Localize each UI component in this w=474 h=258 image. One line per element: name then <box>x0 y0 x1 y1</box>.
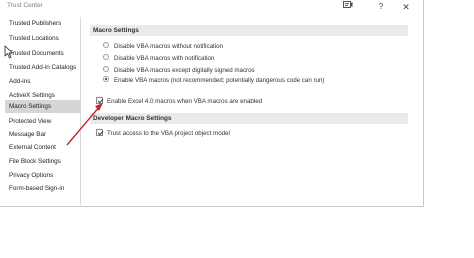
sidebar-item-macro-settings[interactable]: Macro Settings <box>5 100 80 113</box>
window-title: Trust Center <box>7 2 43 9</box>
sidebar-item-trusted-documents[interactable]: Trusted Documents <box>5 47 80 60</box>
radio-disable-with-notification[interactable]: Disable VBA macros with notification <box>103 53 214 64</box>
radio-label: Disable VBA macros with notification <box>114 55 215 62</box>
macro-settings-panel: Macro Settings Disable VBA macros withou… <box>90 17 415 205</box>
sidebar-item-external-content[interactable]: External Content <box>5 141 80 154</box>
sidebar-item-trusted-publishers[interactable]: Trusted Publishers <box>5 17 80 30</box>
close-button[interactable]: ✕ <box>400 1 412 13</box>
macro-settings-header: Macro Settings <box>90 25 408 36</box>
checkbox-checked-icon[interactable] <box>96 96 103 104</box>
radio-label: Enable VBA macros (not recommended; pote… <box>114 77 325 84</box>
feedback-icon-glyph <box>343 1 353 8</box>
radio-button-icon[interactable] <box>103 42 109 49</box>
help-button[interactable]: ? <box>376 1 386 13</box>
sidebar-item-trusted-addin-catalogs[interactable]: Trusted Add-in Catalogs <box>5 61 80 74</box>
radio-label: Disable VBA macros except digitally sign… <box>114 67 255 74</box>
radio-button-icon[interactable] <box>103 54 109 61</box>
sidebar-item-protected-view[interactable]: Protected View <box>5 115 80 128</box>
title-bar: Trust Center ? ✕ <box>0 0 423 15</box>
radio-button-icon[interactable] <box>103 66 109 73</box>
trust-center-window: Trust Center ? ✕ Trusted Publishers Trus… <box>0 0 424 207</box>
checkbox-trust-vba-object-model[interactable]: Trust access to the VBA project object m… <box>96 128 230 139</box>
radio-enable-vba-macros[interactable]: Enable VBA macros (not recommended; pote… <box>103 75 325 86</box>
sidebar: Trusted Publishers Trusted Locations Tru… <box>5 17 81 205</box>
feedback-icon[interactable] <box>342 1 354 13</box>
sidebar-item-addins[interactable]: Add-ins <box>5 75 80 88</box>
sidebar-item-form-based-sign-in[interactable]: Form-based Sign-in <box>5 182 80 195</box>
radio-disable-without-notification[interactable]: Disable VBA macros without notification <box>103 41 223 52</box>
radio-button-selected-icon[interactable] <box>103 76 109 83</box>
developer-macro-settings-header: Developer Macro Settings <box>90 113 408 124</box>
checkbox-label: Enable Excel 4.0 macros when VBA macros … <box>107 98 263 105</box>
mouse-cursor-icon <box>4 45 13 59</box>
sidebar-item-message-bar[interactable]: Message Bar <box>5 128 80 141</box>
checkbox-label: Trust access to the VBA project object m… <box>107 130 230 137</box>
checkbox-enable-excel4-macros[interactable]: Enable Excel 4.0 macros when VBA macros … <box>96 96 262 107</box>
checkbox-checked-icon[interactable] <box>96 128 103 136</box>
radio-label: Disable VBA macros without notification <box>114 43 224 50</box>
sidebar-item-trusted-locations[interactable]: Trusted Locations <box>5 32 80 45</box>
sidebar-item-privacy-options[interactable]: Privacy Options <box>5 169 80 182</box>
sidebar-item-file-block-settings[interactable]: File Block Settings <box>5 155 80 168</box>
